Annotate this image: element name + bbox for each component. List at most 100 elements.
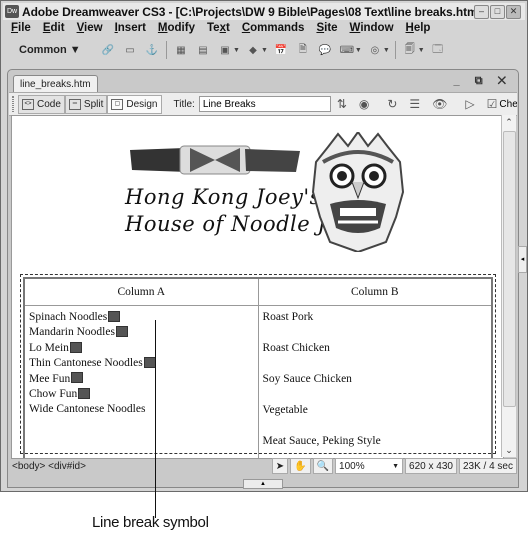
callout-pointer-line: [155, 320, 156, 518]
column-b-paragraph: Soy Sauce Chicken: [262, 373, 352, 385]
menu-modify[interactable]: Modify: [158, 22, 195, 34]
maximize-button[interactable]: □: [490, 5, 505, 19]
column-b-paragraph: Roast Pork: [262, 311, 314, 323]
scroll-up-icon[interactable]: ⌃: [502, 115, 516, 129]
column-a-item: Mandarin Noodles: [29, 325, 254, 340]
design-view-icon: ▢: [111, 98, 124, 110]
media-icon[interactable]: ◆: [246, 44, 260, 57]
scrollbar-thumb[interactable]: [503, 131, 516, 407]
refresh-icon[interactable]: ↻: [387, 97, 397, 111]
script-icon[interactable]: ◎: [368, 44, 382, 57]
check-compatibility-icon[interactable]: ☑: [487, 97, 498, 111]
column-a-cell[interactable]: Spinach Noodles Mandarin Noodles Lo Mein Th…: [23, 305, 259, 458]
download-time: 23K / 4 sec: [458, 458, 517, 474]
table-icon[interactable]: ▦: [174, 44, 188, 57]
line-break-icon[interactable]: [143, 357, 156, 369]
document-tab[interactable]: line_breaks.htm: [13, 75, 98, 93]
visual-aids-icon[interactable]: 👁: [432, 97, 447, 111]
toolbar-grip[interactable]: [12, 96, 14, 112]
column-a-item: Spinach Noodles: [29, 310, 254, 325]
chevron-down-icon: ▼: [392, 462, 400, 470]
menu-site[interactable]: Site: [316, 22, 337, 34]
comment-icon[interactable]: 💬: [318, 44, 332, 57]
zoom-tool-icon[interactable]: 🔍: [312, 458, 334, 474]
code-view-icon: <>: [22, 98, 34, 110]
line-break-icon[interactable]: [78, 387, 91, 399]
item-text: Spinach Noodles: [29, 311, 108, 323]
code-view-button[interactable]: <> Code: [18, 94, 65, 114]
close-button[interactable]: ✕: [506, 5, 521, 19]
split-view-button[interactable]: ═ Split: [64, 94, 108, 114]
item-text: Mee Fun: [29, 372, 71, 385]
column-a-item: Thin Cantonese Noodles: [29, 356, 254, 371]
script-dropdown-icon[interactable]: ▼: [383, 47, 390, 54]
templates-icon[interactable]: 🗐: [403, 44, 417, 57]
line-break-icon[interactable]: [115, 326, 128, 338]
file-management-icon[interactable]: ⇅: [337, 97, 347, 111]
properties-expand-handle[interactable]: ▲: [243, 479, 283, 489]
tag-chooser-icon[interactable]: 🗔: [431, 44, 445, 57]
column-b-cell[interactable]: Roast Pork Roast Chicken Soy Sauce Chicken…: [257, 305, 493, 458]
content-div[interactable]: Column A Column B Spinach Noodles Mandari…: [20, 274, 496, 458]
line-break-icon[interactable]: [69, 341, 82, 353]
div-icon[interactable]: ▤: [196, 44, 210, 57]
head-icon[interactable]: ⌨: [340, 44, 354, 57]
date-icon[interactable]: 📅: [274, 44, 288, 57]
images-icon[interactable]: ▣: [218, 44, 232, 57]
design-view-button[interactable]: ▢ Design: [107, 94, 162, 114]
menu-window[interactable]: Window: [350, 22, 394, 34]
mask-image: [311, 132, 405, 252]
hyperlink-icon[interactable]: 🔗: [101, 44, 115, 57]
check-compatibility-label[interactable]: Che: [499, 99, 517, 110]
panel-collapse-handle[interactable]: ◂: [518, 246, 527, 273]
column-b-paragraph: Roast Chicken: [262, 342, 330, 354]
head-dropdown-icon[interactable]: ▼: [355, 47, 362, 54]
document-toolbar: <>Code ═Split ▢Design Title: ⇅ ◉ ↻ ☰ 👁 ▷…: [9, 92, 517, 116]
menu-file[interactable]: File: [11, 22, 31, 34]
line-break-icon[interactable]: [108, 310, 121, 322]
menu-edit[interactable]: Edit: [43, 22, 65, 34]
menu-view[interactable]: View: [77, 22, 103, 34]
preview-browser-icon[interactable]: ◉: [359, 97, 369, 111]
document-title-input[interactable]: [198, 96, 331, 112]
menu-text[interactable]: Text: [207, 22, 230, 34]
dreamweaver-window: Dw Adobe Dreamweaver CS3 - [C:\Projects\…: [0, 0, 528, 492]
window-title: Adobe Dreamweaver CS3 - [C:\Projects\DW …: [22, 4, 482, 19]
vertical-scrollbar[interactable]: ⌃ ⌄: [501, 115, 516, 457]
window-size[interactable]: 620 x 430: [405, 458, 457, 474]
item-text: Thin Cantonese Noodles: [29, 357, 143, 370]
noodle-cracker-image: [130, 145, 300, 175]
item-text: Wide Cantonese Noodles: [29, 403, 146, 416]
line-break-icon[interactable]: [71, 372, 84, 384]
toolbar-divider: [166, 41, 167, 59]
column-b-paragraph: Meat Sauce, Peking Style: [262, 435, 381, 447]
menu-insert[interactable]: Insert: [115, 22, 146, 34]
title-bar: Dw Adobe Dreamweaver CS3 - [C:\Projects\…: [3, 3, 525, 20]
zoom-level-value: 100%: [339, 460, 365, 472]
scroll-down-icon[interactable]: ⌄: [502, 443, 516, 457]
server-include-icon[interactable]: 🗎: [296, 44, 310, 57]
menu-help[interactable]: Help: [406, 22, 431, 34]
menu-commands[interactable]: Commands: [242, 22, 305, 34]
item-text: Lo Mein: [29, 341, 69, 354]
hand-tool-icon[interactable]: ✋: [290, 458, 311, 474]
insert-category-dropdown[interactable]: Common ▼: [19, 44, 97, 56]
design-view[interactable]: Hong Kong Joey's House of Noodle Joy Col…: [11, 115, 504, 459]
tag-selector[interactable]: <body> <div#id>: [12, 461, 270, 472]
minimize-button[interactable]: –: [474, 5, 489, 19]
menu-table: Column A Column B Spinach Noodles Mandari…: [23, 277, 493, 458]
code-view-label: Code: [37, 98, 61, 110]
document-window-controls[interactable]: _ ⧉ ✕: [454, 75, 512, 88]
column-a-header[interactable]: Column A: [23, 277, 259, 306]
media-dropdown-icon[interactable]: ▼: [261, 47, 268, 54]
view-options-icon[interactable]: ☰: [409, 97, 420, 111]
named-anchor-icon[interactable]: ⚓: [145, 44, 159, 57]
toolbar-divider: [394, 41, 396, 59]
templates-dropdown-icon[interactable]: ▼: [418, 47, 425, 54]
validate-markup-icon[interactable]: ▷: [465, 97, 474, 111]
select-tool-icon[interactable]: ➤: [271, 458, 289, 474]
images-dropdown-icon[interactable]: ▼: [233, 47, 240, 54]
email-link-icon[interactable]: ▭: [123, 44, 137, 57]
restaurant-banner: Hong Kong Joey's House of Noodle Joy: [122, 132, 412, 256]
zoom-level-select[interactable]: 100% ▼: [335, 458, 404, 474]
